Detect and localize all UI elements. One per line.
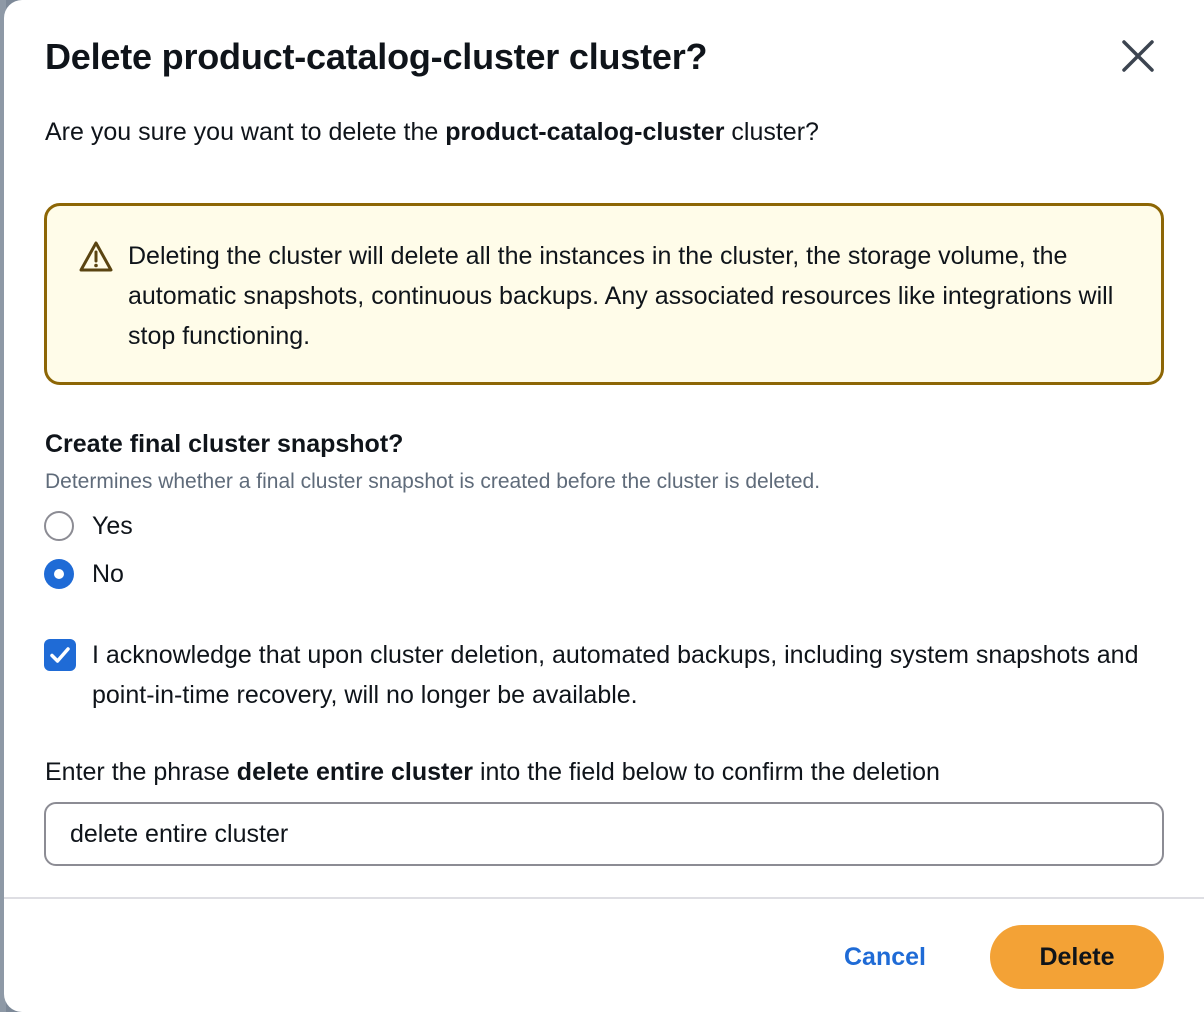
- intro-prefix: Are you sure you want to delete the: [45, 118, 446, 146]
- intro-suffix: cluster?: [724, 118, 819, 146]
- radio-option-no[interactable]: No: [44, 557, 124, 591]
- radio-label-no: No: [92, 559, 124, 588]
- confirm-phrase: delete entire cluster: [236, 758, 474, 786]
- final-snapshot-description: Determines whether a final cluster snaps…: [45, 470, 821, 493]
- delete-button[interactable]: Delete: [990, 925, 1164, 989]
- confirm-phrase-input[interactable]: [44, 802, 1164, 866]
- dialog-title: Delete product-catalog-cluster cluster?: [45, 36, 708, 77]
- checkmark-icon: [50, 647, 70, 663]
- delete-cluster-dialog: Delete product-catalog-cluster cluster? …: [4, 0, 1204, 1012]
- phrase-prefix: Enter the phrase: [45, 758, 237, 786]
- confirmation-question: Are you sure you want to delete the prod…: [45, 118, 819, 147]
- acknowledge-checkbox[interactable]: [44, 639, 76, 671]
- warning-message: Deleting the cluster will delete all the…: [128, 242, 1114, 350]
- cluster-name: product-catalog-cluster: [445, 118, 725, 146]
- warning-alert: Deleting the cluster will delete all the…: [44, 203, 1164, 385]
- radio-label-yes: Yes: [92, 511, 133, 540]
- final-snapshot-label: Create final cluster snapshot?: [45, 430, 404, 458]
- radio-button-yes[interactable]: [44, 511, 74, 541]
- confirm-phrase-label: Enter the phrase delete entire cluster i…: [45, 758, 940, 787]
- close-icon: [1122, 40, 1154, 72]
- radio-button-no[interactable]: [44, 559, 74, 589]
- footer-divider: [4, 897, 1204, 899]
- phrase-suffix: into the field below to confirm the dele…: [473, 758, 940, 786]
- cancel-button[interactable]: Cancel: [830, 926, 940, 988]
- close-button[interactable]: [1116, 34, 1160, 78]
- warning-icon: [79, 241, 113, 272]
- acknowledge-text: I acknowledge that upon cluster deletion…: [92, 641, 1139, 709]
- radio-option-yes[interactable]: Yes: [44, 509, 133, 543]
